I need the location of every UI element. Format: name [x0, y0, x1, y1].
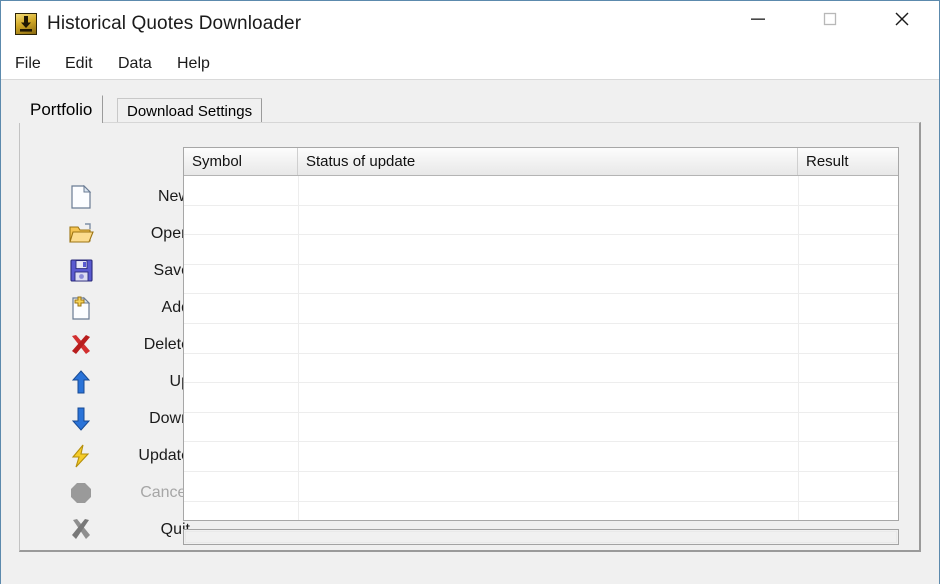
window-title: Historical Quotes Downloader	[47, 13, 302, 34]
table-row[interactable]	[184, 502, 898, 520]
menu-item-edit[interactable]: Edit	[61, 52, 97, 75]
open-folder-icon	[68, 221, 94, 247]
table-row[interactable]	[184, 472, 898, 502]
minimize-icon	[751, 18, 765, 20]
table-row[interactable]	[184, 176, 898, 206]
column-header-status-of-update[interactable]: Status of update	[298, 148, 798, 175]
sidebar-item-up[interactable]: Up	[38, 363, 190, 400]
tab-portfolio[interactable]: Portfolio	[19, 95, 104, 123]
minimize-button[interactable]	[735, 1, 781, 37]
table-row[interactable]	[184, 324, 898, 354]
sidebar-item-quit[interactable]: Quit	[38, 511, 190, 548]
sidebar-item-update[interactable]: Update	[38, 437, 190, 474]
download-app-icon	[15, 13, 37, 35]
table-row[interactable]	[184, 294, 898, 324]
close-icon	[895, 12, 909, 26]
table-row[interactable]	[184, 354, 898, 384]
menu-item-data[interactable]: Data	[114, 52, 156, 75]
application-window: Historical Quotes Downloader File Edit D…	[0, 0, 940, 584]
quotes-list-view[interactable]: Symbol Status of update Result	[183, 147, 899, 521]
sidebar-toolbar: New Open Save Add Delete Up Down Update …	[38, 178, 190, 548]
column-header-symbol[interactable]: Symbol	[184, 148, 298, 175]
maximize-icon	[823, 12, 837, 26]
column-header-result[interactable]: Result	[798, 148, 898, 175]
sidebar-item-delete[interactable]: Delete	[38, 326, 190, 363]
table-row[interactable]	[184, 413, 898, 443]
list-header-row: Symbol Status of update Result	[184, 148, 898, 176]
quit-x-icon	[68, 517, 94, 543]
sidebar-item-cancel[interactable]: Cancel	[38, 474, 190, 511]
sidebar-item-new[interactable]: New	[38, 178, 190, 215]
close-button[interactable]	[879, 1, 925, 37]
progress-bar	[183, 529, 899, 545]
arrow-up-icon	[68, 369, 94, 395]
sidebar-item-down[interactable]: Down	[38, 400, 190, 437]
sidebar-item-save[interactable]: Save	[38, 252, 190, 289]
menu-item-help[interactable]: Help	[173, 52, 214, 75]
delete-x-icon	[68, 332, 94, 358]
new-file-icon	[68, 184, 94, 210]
table-row[interactable]	[184, 235, 898, 265]
table-row[interactable]	[184, 206, 898, 236]
menu-bar: File Edit Data Help	[1, 48, 939, 80]
menu-item-file[interactable]: File	[11, 52, 45, 75]
sidebar-item-add[interactable]: Add	[38, 289, 190, 326]
tab-strip: Portfolio Download Settings	[19, 95, 921, 123]
progress-bar-track	[185, 531, 897, 543]
sidebar-item-open[interactable]: Open	[38, 215, 190, 252]
list-body	[184, 176, 898, 520]
arrow-down-icon	[68, 406, 94, 432]
content-area: Portfolio Download Settings New Open Sav…	[1, 80, 939, 584]
add-file-icon	[68, 295, 94, 321]
table-row[interactable]	[184, 442, 898, 472]
tab-page-portfolio: New Open Save Add Delete Up Down Update …	[19, 122, 921, 552]
save-disk-icon	[68, 258, 94, 284]
table-row[interactable]	[184, 265, 898, 295]
tab-download-settings[interactable]: Download Settings	[117, 98, 263, 123]
lightning-bolt-icon	[68, 443, 94, 469]
title-bar: Historical Quotes Downloader	[1, 1, 939, 47]
maximize-button[interactable]	[807, 1, 853, 37]
stop-octagon-icon	[68, 480, 94, 506]
table-row[interactable]	[184, 383, 898, 413]
